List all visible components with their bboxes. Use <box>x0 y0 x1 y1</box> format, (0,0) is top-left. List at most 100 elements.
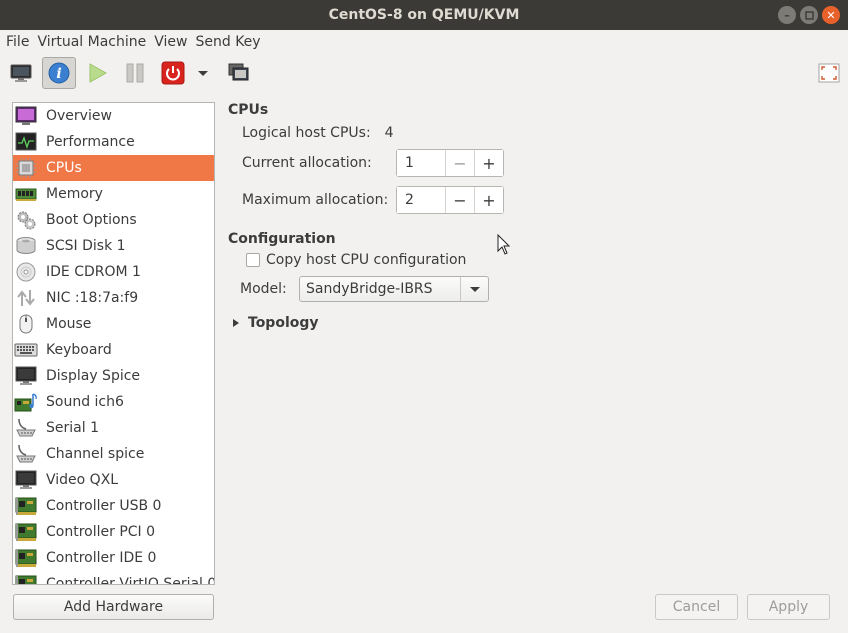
menu-virtual-machine[interactable]: Virtual Machine <box>33 34 150 50</box>
sidebar-item-label: Keyboard <box>46 342 112 358</box>
sidebar-item-label: IDE CDROM 1 <box>46 264 141 280</box>
console-button[interactable] <box>4 57 38 89</box>
current-allocation-increment-button[interactable]: + <box>474 150 503 176</box>
sidebar-item-performance[interactable]: Performance <box>13 129 214 155</box>
run-button[interactable] <box>80 57 114 89</box>
hardware-list[interactable]: Overview Performance CPUs Memory Boot Op… <box>12 102 215 585</box>
copy-host-config-label: Copy host CPU configuration <box>266 252 467 268</box>
cpus-section-title: CPUs <box>228 102 269 118</box>
menu-file[interactable]: File <box>2 34 33 50</box>
maximum-allocation-decrement-button[interactable]: − <box>445 187 474 213</box>
sidebar-item-nic[interactable]: NIC :18:7a:f9 <box>13 285 214 311</box>
model-value: SandyBridge-IBRS <box>306 281 433 297</box>
sidebar-item-label: Sound ich6 <box>46 394 124 410</box>
controller-icon <box>14 521 38 543</box>
model-label: Model: <box>240 281 287 297</box>
svg-text:i: i <box>56 66 61 82</box>
model-combobox[interactable]: SandyBridge-IBRS <box>299 276 489 302</box>
sidebar-item-label: Video QXL <box>46 472 119 488</box>
mouse-icon <box>14 313 38 335</box>
configuration-section-title: Configuration <box>228 231 336 247</box>
window-controls: – ✕ <box>778 6 840 24</box>
toolbar: i <box>0 54 848 92</box>
fullscreen-icon <box>818 63 840 83</box>
sidebar-item-controller-virtio-serial[interactable]: Controller VirtIO Serial 0 <box>13 571 215 585</box>
logical-cpus-label: Logical host CPUs: <box>242 125 371 141</box>
disk-icon <box>14 235 38 257</box>
sidebar-item-label: Serial 1 <box>46 420 99 436</box>
sidebar-item-controller-ide[interactable]: Controller IDE 0 <box>13 545 214 571</box>
sidebar-item-ide-cdrom[interactable]: IDE CDROM 1 <box>13 259 214 285</box>
close-button[interactable]: ✕ <box>822 6 840 24</box>
maximum-allocation-label: Maximum allocation: <box>242 192 389 208</box>
logical-cpus-value: 4 <box>384 125 394 141</box>
shutdown-button[interactable] <box>156 57 190 89</box>
snapshots-button[interactable] <box>222 57 256 89</box>
sidebar-item-label: Boot Options <box>46 212 137 228</box>
close-icon: ✕ <box>826 8 836 22</box>
sidebar-item-label: Mouse <box>46 316 92 332</box>
sidebar-item-label: Controller VirtIO Serial 0 <box>46 576 215 585</box>
maximum-allocation-spinner: − + <box>396 186 504 214</box>
details-button[interactable]: i <box>42 57 76 89</box>
sidebar-item-video-qxl[interactable]: Video QXL <box>13 467 214 493</box>
copy-host-config-checkbox[interactable] <box>246 253 260 267</box>
current-allocation-label: Current allocation: <box>242 155 372 171</box>
copy-host-config-row[interactable]: Copy host CPU configuration <box>246 252 466 268</box>
shutdown-icon <box>161 61 185 85</box>
shutdown-menu-button[interactable] <box>194 57 212 89</box>
sidebar-item-memory[interactable]: Memory <box>13 181 214 207</box>
sidebar-item-serial[interactable]: Serial 1 <box>13 415 214 441</box>
sidebar-item-controller-usb[interactable]: Controller USB 0 <box>13 493 214 519</box>
current-allocation-input[interactable] <box>397 150 445 176</box>
chevron-down-icon <box>469 287 480 292</box>
current-allocation-spinner: − + <box>396 149 504 177</box>
apply-button[interactable]: Apply <box>747 594 830 620</box>
current-allocation-decrement-button[interactable]: − <box>445 150 474 176</box>
video-icon <box>14 469 38 491</box>
sidebar-item-scsi-disk[interactable]: SCSI Disk 1 <box>13 233 214 259</box>
menu-send-key[interactable]: Send Key <box>191 34 264 50</box>
display-icon <box>14 365 38 387</box>
mouse-cursor-icon <box>497 234 511 255</box>
pause-icon <box>126 63 144 83</box>
fullscreen-button[interactable] <box>818 62 840 84</box>
snapshots-icon <box>228 63 249 81</box>
memory-icon <box>14 183 38 205</box>
controller-icon <box>14 495 38 517</box>
menu-bar: File Virtual Machine View Send Key <box>0 30 848 54</box>
controller-icon <box>14 573 38 584</box>
model-dropdown-button[interactable] <box>460 277 488 301</box>
menu-view[interactable]: View <box>150 34 191 50</box>
cancel-button[interactable]: Cancel <box>655 594 738 620</box>
sidebar-item-label: Controller PCI 0 <box>46 524 156 540</box>
overview-icon <box>14 105 38 127</box>
sidebar-item-cpus[interactable]: CPUs <box>13 155 214 181</box>
sidebar-item-label: Channel spice <box>46 446 145 462</box>
sidebar-item-overview[interactable]: Overview <box>13 103 214 129</box>
sidebar-item-boot-options[interactable]: Boot Options <box>13 207 214 233</box>
sidebar-item-label: SCSI Disk 1 <box>46 238 126 254</box>
sidebar-item-label: Display Spice <box>46 368 141 384</box>
run-icon <box>89 63 108 83</box>
maximize-button[interactable] <box>800 6 818 24</box>
sound-icon <box>14 391 38 413</box>
sidebar-item-channel-spice[interactable]: Channel spice <box>13 441 214 467</box>
sidebar-item-sound[interactable]: Sound ich6 <box>13 389 214 415</box>
add-hardware-button[interactable]: Add Hardware <box>13 594 214 620</box>
sidebar-item-label: Overview <box>46 108 112 124</box>
sidebar-item-controller-pci[interactable]: Controller PCI 0 <box>13 519 214 545</box>
cpu-details-panel: CPUs Logical host CPUs: 4 Current alloca… <box>228 100 828 580</box>
title-bar: CentOS-8 on QEMU/KVM – ✕ <box>0 0 848 30</box>
topology-expander[interactable]: Topology <box>230 315 319 331</box>
maximum-allocation-input[interactable] <box>397 187 445 213</box>
sidebar-item-keyboard[interactable]: Keyboard <box>13 337 214 363</box>
topology-label: Topology <box>248 315 319 331</box>
nic-icon <box>14 287 38 309</box>
pause-button[interactable] <box>118 57 152 89</box>
maximum-allocation-increment-button[interactable]: + <box>474 187 503 213</box>
window-title: CentOS-8 on QEMU/KVM <box>328 7 520 23</box>
sidebar-item-display-spice[interactable]: Display Spice <box>13 363 214 389</box>
sidebar-item-mouse[interactable]: Mouse <box>13 311 214 337</box>
minimize-button[interactable]: – <box>778 6 796 24</box>
